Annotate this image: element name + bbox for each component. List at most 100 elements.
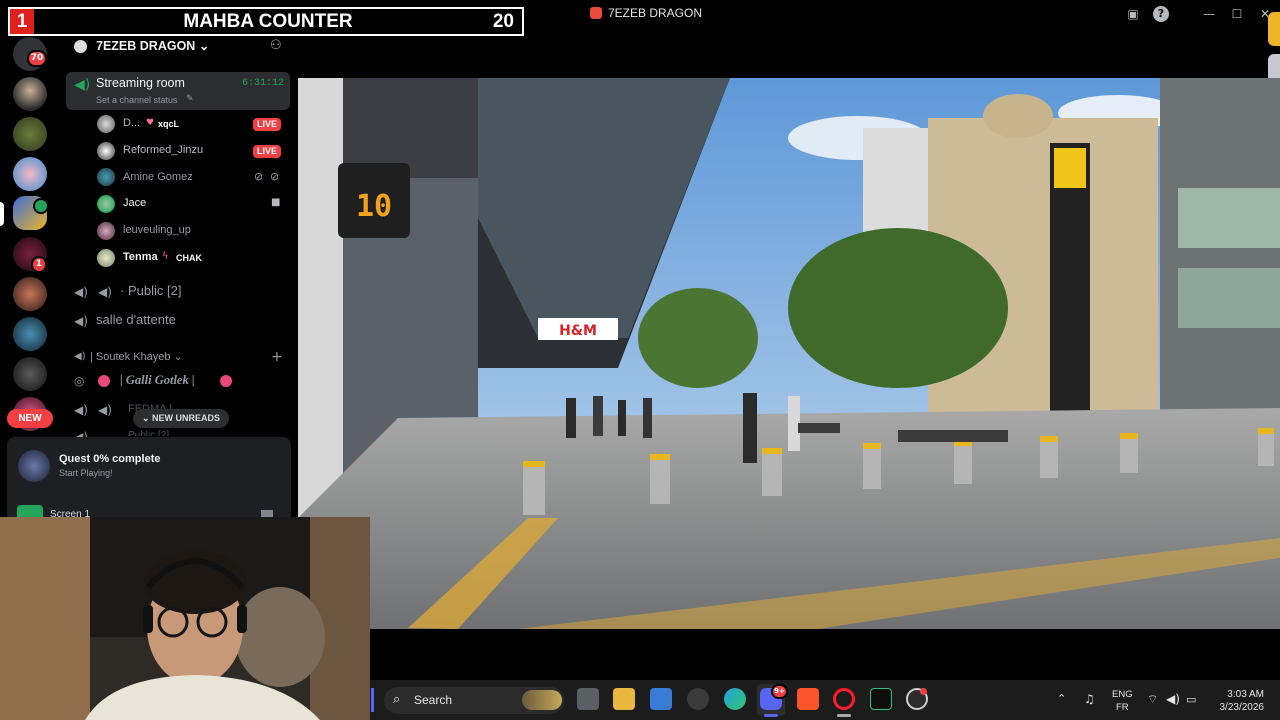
category-label: | Soutek Khayeb: [90, 351, 171, 363]
voice-icon: ◀): [74, 403, 88, 417]
quest-globe-icon: [18, 450, 50, 482]
file-explorer-icon[interactable]: [613, 688, 635, 710]
video-camera-icon: ■: [271, 197, 281, 208]
lightning-icon: ϟ: [162, 251, 169, 262]
edit-icon[interactable]: ✎: [186, 94, 194, 104]
online-indicator: [33, 198, 49, 214]
server-logo-icon: [74, 40, 87, 53]
new-unreads-pill[interactable]: ⌄ NEW UNREADS: [133, 409, 229, 428]
chevron-down-icon: ⌄: [198, 39, 210, 53]
voice-user-name[interactable]: Tenma: [123, 251, 158, 263]
quest-panel[interactable]: [7, 437, 291, 517]
maximize-icon[interactable]: ☐: [1228, 6, 1246, 22]
avatar: [97, 222, 115, 240]
category-header[interactable]: | Soutek Khayeb ⌄: [90, 350, 183, 363]
server-icon[interactable]: [13, 317, 47, 351]
user-tag: xqcL: [158, 119, 180, 129]
voice-user-name[interactable]: Jace: [123, 197, 146, 209]
server-icon[interactable]: [13, 117, 47, 151]
counter-index: 1: [10, 9, 34, 34]
channel-public[interactable]: · Public [2]: [120, 283, 181, 298]
street-scene: H&M 10: [298, 78, 1280, 629]
channel-public-2[interactable]: Public [2]: [128, 430, 169, 436]
channel-public-label: Public [2]: [127, 283, 182, 298]
help-icon[interactable]: ?: [1153, 6, 1169, 22]
minimize-icon[interactable]: —: [1200, 6, 1218, 22]
speaker-icon: ◀): [98, 285, 112, 299]
voice-icon: ◀): [74, 351, 86, 362]
server-name[interactable]: 7EZEB DRAGON ⌄: [96, 38, 209, 53]
selected-server-pill: [0, 202, 4, 226]
quest-subtitle: Start Playing!: [59, 468, 113, 478]
clock-time: 3:03 AM: [1227, 689, 1264, 700]
heart-icon: ♥: [146, 118, 155, 128]
volume-icon[interactable]: ◀): [1166, 692, 1180, 706]
search-placeholder: Search: [414, 693, 453, 707]
avatar: [97, 115, 115, 133]
clock[interactable]: 3:03 AM 3/23/2026: [1216, 688, 1265, 714]
screen-share-icon: [17, 505, 43, 517]
muted-mic-icon: ⊘: [254, 170, 264, 183]
voice-icon: ◀): [74, 285, 88, 299]
tray-chevron-up-icon[interactable]: ⌃: [1057, 692, 1066, 705]
wifi-icon[interactable]: ⌔: [1147, 692, 1158, 707]
counter-overlay: MAHBA COUNTER 1 20: [8, 7, 524, 36]
user-tag: CHAK: [176, 253, 202, 263]
app-icon: [590, 7, 602, 19]
streaming-room-name: Streaming room: [96, 76, 185, 90]
clock-date: 3/23/2026: [1219, 702, 1265, 713]
dm-badge: 70: [27, 50, 47, 67]
streaming-room-timer: 6:31:12: [242, 78, 285, 89]
new-unreads-label: NEW UNREADS: [152, 413, 221, 423]
brave-browser-icon[interactable]: [797, 688, 819, 710]
microphone-icon[interactable]: ♫: [1084, 692, 1095, 706]
task-view-icon[interactable]: [577, 688, 599, 710]
add-channel-icon[interactable]: +: [271, 349, 283, 365]
edge-browser-icon[interactable]: [724, 688, 746, 710]
terminal-icon[interactable]: [870, 688, 892, 710]
voice-user-name[interactable]: Reformed_Jinzu: [123, 144, 203, 156]
inbox-icon[interactable]: ▣: [1124, 6, 1142, 22]
server-name-text: 7EZEB DRAGON: [96, 39, 196, 53]
live-badge: LIVE: [253, 145, 282, 158]
counter-title: MAHBA COUNTER: [183, 11, 353, 32]
stage-icon: ◎: [74, 374, 85, 388]
channel-waiting-room[interactable]: salle d'attente: [96, 312, 176, 327]
window-title: 7EZEB DRAGON: [608, 6, 703, 20]
new-badge[interactable]: NEW: [7, 409, 53, 428]
popout-icon[interactable]: [261, 510, 273, 517]
server-icon[interactable]: [13, 357, 47, 391]
voice-active-icon: ◀): [74, 77, 91, 93]
deafened-icon: ⊘: [270, 170, 280, 183]
shop-sign: H&M: [559, 323, 597, 339]
microsoft-store-icon[interactable]: [650, 688, 672, 710]
active-app-indicator: [764, 714, 778, 717]
server-icon[interactable]: [13, 277, 47, 311]
server-icon[interactable]: [13, 77, 47, 111]
recording-dot: [920, 688, 927, 695]
battery-icon[interactable]: ▭: [1186, 693, 1196, 706]
add-member-icon[interactable]: ⚇: [270, 38, 282, 53]
voice-user-name[interactable]: D...: [123, 117, 140, 129]
channel-galli[interactable]: | Galli Gotlek |: [120, 373, 195, 388]
opera-icon[interactable]: [833, 688, 855, 710]
avatar: [97, 195, 115, 213]
voice-icon: ◀): [74, 314, 88, 328]
voice-user-name[interactable]: leuveuling_up: [123, 224, 191, 236]
pedestrian-timer: 10: [356, 189, 392, 224]
speaker-icon: ◀): [98, 403, 112, 417]
language-indicator[interactable]: ENG FR: [1112, 688, 1133, 714]
voice-user-name[interactable]: Amine Gomez: [123, 171, 193, 183]
server-icon[interactable]: [13, 157, 47, 191]
taskbar-edge-indicator: [371, 688, 374, 712]
channel-status[interactable]: Set a channel status: [96, 95, 178, 105]
screen-label: Screen 1: [50, 509, 91, 517]
open-app-indicator: [837, 714, 851, 717]
avatar: [97, 249, 115, 267]
pink-dot-icon: [98, 375, 110, 387]
search-highlight-image: [522, 690, 562, 710]
stream-video[interactable]: H&M 10: [298, 78, 1280, 629]
app-icon-dark[interactable]: [687, 688, 709, 710]
server-badge: 1: [31, 256, 47, 273]
side-widget-yellow: [1268, 12, 1280, 46]
